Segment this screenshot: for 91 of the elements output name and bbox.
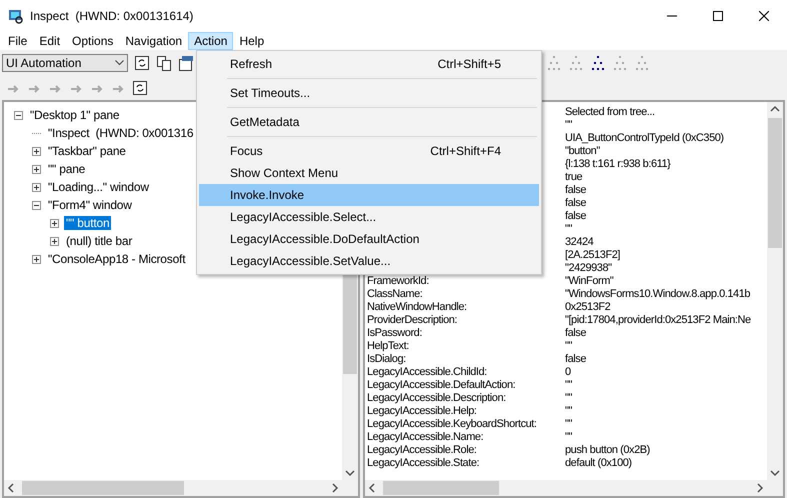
property-value: true xyxy=(565,171,584,184)
refresh-icon[interactable] xyxy=(132,80,148,96)
menu-item[interactable]: File xyxy=(2,32,34,50)
vertical-scrollbar[interactable] xyxy=(767,102,783,480)
horizontal-scrollbar[interactable] xyxy=(365,480,767,496)
menu-item[interactable]: Set Timeouts... xyxy=(199,82,539,104)
menu-item[interactable]: LegacyIAccessible.Select... xyxy=(199,206,539,228)
property-value: false xyxy=(565,197,587,210)
expand-icon[interactable] xyxy=(32,254,41,264)
menu-item[interactable]: Navigation xyxy=(119,32,188,50)
menu-item[interactable]: Show Context Menu xyxy=(199,162,539,184)
menu-item[interactable]: Options xyxy=(66,32,120,50)
expand-icon[interactable] xyxy=(32,146,41,156)
property-name: ClassName: xyxy=(367,288,424,301)
tree-item[interactable]: (null) title bar xyxy=(64,234,134,248)
property-name: LegacyIAccessible.ChildId: xyxy=(367,366,488,379)
property-name: LegacyIAccessible.DefaultAction: xyxy=(367,379,516,392)
property-name: LegacyIAccessible.Role: xyxy=(367,444,478,457)
shortcut-text: Ctrl+Shift+5 xyxy=(438,57,501,71)
property-value: "button" xyxy=(565,145,601,158)
menu-item[interactable]: Refresh Ctrl+Shift+5 xyxy=(199,53,539,75)
expand-icon[interactable] xyxy=(50,236,59,246)
tree-item[interactable]: "Inspect (HWND: 0x001316 xyxy=(46,126,196,140)
property-name: HelpText: xyxy=(367,340,410,353)
property-name: IsDialog: xyxy=(367,353,407,366)
horizontal-scrollbar[interactable] xyxy=(4,480,342,496)
expand-icon[interactable] xyxy=(50,218,59,228)
tree-item[interactable]: "ConsoleApp18 - Microsoft xyxy=(46,252,188,266)
property-name: IsPassword: xyxy=(367,327,423,340)
property-name: ProviderDescription: xyxy=(367,314,458,327)
tree-item[interactable]: "Form4" window xyxy=(46,198,134,212)
property-value: [2A.2513F2] xyxy=(565,249,621,262)
menu-item[interactable]: LegacyIAccessible.DoDefaultAction xyxy=(199,228,539,250)
menu-item[interactable]: GetMetadata xyxy=(199,111,539,133)
property-value: UIA_ButtonControlTypeId (0xC350) xyxy=(565,132,725,145)
property-value: false xyxy=(565,353,587,366)
tree-item[interactable]: "" button xyxy=(64,216,112,230)
tree-item[interactable]: "Taskbar" pane xyxy=(46,144,128,158)
properties-icon[interactable] xyxy=(178,55,194,71)
property-value: "" xyxy=(565,418,573,431)
collapse-icon[interactable] xyxy=(14,110,23,120)
property-value: false xyxy=(565,210,587,223)
refresh-icon[interactable] xyxy=(134,55,150,71)
property-value: 32424 xyxy=(565,236,594,249)
property-value: "WindowsForms10.Window.8.app.0.141b xyxy=(565,288,752,301)
expand-icon[interactable] xyxy=(32,182,41,192)
caret-icon xyxy=(115,60,124,66)
property-value: false xyxy=(565,184,587,197)
menu-item[interactable]: Invoke.Invoke xyxy=(199,184,539,206)
tree-navigation-icon[interactable] xyxy=(590,55,606,71)
close-icon xyxy=(759,11,769,21)
app-icon xyxy=(8,8,24,24)
property-value: "" xyxy=(565,392,573,405)
collapse-icon[interactable] xyxy=(32,200,41,210)
copy-icon[interactable] xyxy=(156,55,172,71)
window-title: Inspect (HWND: 0x00131614) xyxy=(30,9,194,23)
property-name: LegacyIAccessible.Name: xyxy=(367,431,484,444)
property-value: "" xyxy=(565,340,573,353)
property-value: default (0x100) xyxy=(565,457,633,470)
property-name: LegacyIAccessible.Help: xyxy=(367,405,478,418)
menu-item[interactable]: Focus Ctrl+Shift+F4 xyxy=(199,140,539,162)
property-value: 0x2513F2 xyxy=(565,301,612,314)
menu-item[interactable]: Edit xyxy=(33,32,66,50)
property-value: "WinForm" xyxy=(565,275,614,288)
tree-item[interactable]: "Loading..." window xyxy=(46,180,151,194)
property-name: FrameworkId: xyxy=(367,275,430,288)
property-name: LegacyIAccessible.Description: xyxy=(367,392,507,405)
property-value: "" xyxy=(565,119,573,132)
property-value: "[pid:17804,providerId:0x2513F2 Main:Ne xyxy=(565,314,752,327)
menu-item[interactable]: Help xyxy=(233,32,270,50)
tree-item[interactable]: "Desktop 1" pane xyxy=(28,108,122,122)
menu-item[interactable]: Action xyxy=(188,32,234,50)
property-value: "" xyxy=(565,223,573,236)
property-name: NativeWindowHandle: xyxy=(367,301,468,314)
expand-icon[interactable] xyxy=(32,164,41,174)
property-value: false xyxy=(565,327,587,340)
shortcut-text: Ctrl+Shift+F4 xyxy=(430,144,501,158)
property-value: {l:138 t:161 r:938 b:611} xyxy=(565,158,672,171)
property-value: 0 xyxy=(565,366,572,379)
property-value: "" xyxy=(565,431,573,444)
property-name: LegacyIAccessible.KeyboardShortcut: xyxy=(367,418,538,431)
property-name: LegacyIAccessible.State: xyxy=(367,457,480,470)
menu-item[interactable]: LegacyIAccessible.SetValue... xyxy=(199,250,539,272)
property-value: "" xyxy=(565,405,573,418)
property-value: "2429938" xyxy=(565,262,613,275)
property-value: Selected from tree... xyxy=(565,106,656,119)
maximize-icon xyxy=(713,11,723,21)
tree-item[interactable]: "" pane xyxy=(46,162,88,176)
property-value: "" xyxy=(565,379,573,392)
property-value: push button (0x2B) xyxy=(565,444,651,457)
mode-dropdown[interactable]: UI Automation xyxy=(2,54,128,72)
